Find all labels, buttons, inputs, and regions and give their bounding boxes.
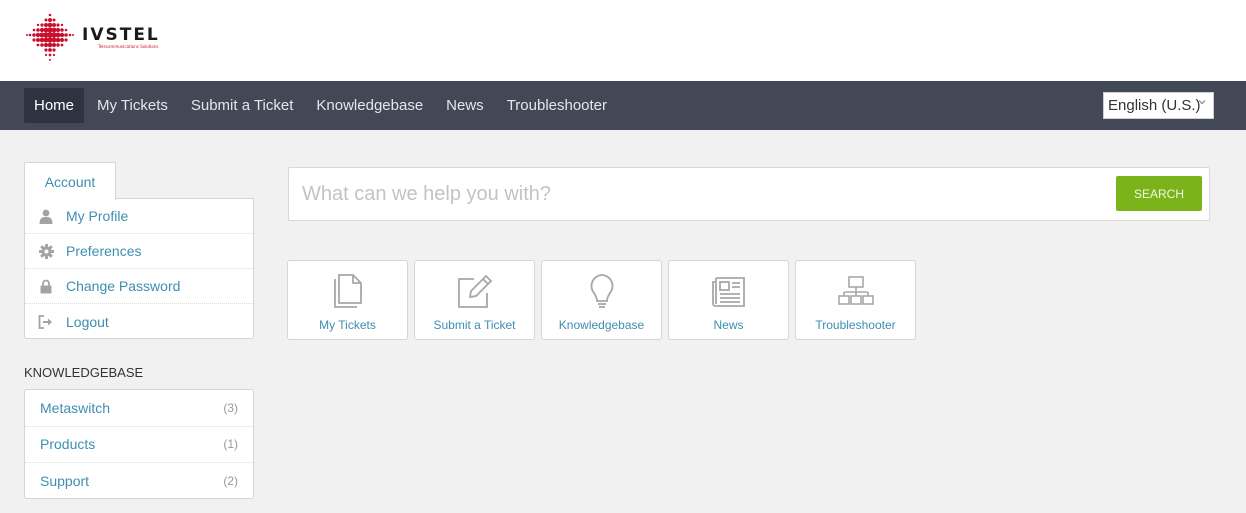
account-item-preferences[interactable]: Preferences (25, 234, 253, 269)
kb-category-count: (2) (223, 474, 238, 489)
search-button[interactable]: SEARCH (1116, 176, 1202, 211)
gear-icon (38, 243, 54, 259)
logo[interactable]: IVSTEL Telecommunications Solutions (24, 11, 169, 65)
card-submit-ticket[interactable]: Submit a Ticket (414, 260, 535, 340)
logout-icon (38, 314, 54, 330)
account-item-label: Preferences (66, 243, 142, 259)
knowledgebase-panel: Metaswitch (3) Products (1) Support (2) (24, 389, 254, 499)
quick-links: My Tickets Submit a Ticket Knowledgebase… (287, 260, 922, 340)
search-input[interactable] (290, 169, 1110, 219)
kb-category-count: (3) (223, 400, 238, 415)
card-label: Knowledgebase (558, 318, 645, 332)
nav-submit-ticket[interactable]: Submit a Ticket (181, 88, 304, 123)
kb-category-name: Metaswitch (40, 399, 111, 416)
account-item-label: Change Password (66, 278, 181, 294)
edit-icon (455, 272, 495, 310)
nav-home[interactable]: Home (24, 88, 85, 123)
language-select[interactable]: English (U.S.) (1103, 92, 1214, 119)
lightbulb-icon (582, 272, 622, 310)
card-knowledgebase[interactable]: Knowledgebase (541, 260, 662, 340)
account-item-label: My Profile (66, 208, 129, 224)
search-box: SEARCH (288, 167, 1210, 221)
account-panel: My Profile Preferences Change Password L… (24, 198, 254, 339)
sitemap-icon (836, 272, 876, 310)
kb-category-count: (1) (223, 437, 238, 452)
logo-tagline: Telecommunications Solutions (98, 44, 159, 49)
kb-category-name: Support (40, 473, 90, 490)
kb-category-item[interactable]: Metaswitch (3) (25, 390, 253, 427)
nav-knowledgebase[interactable]: Knowledgebase (306, 88, 433, 123)
card-label: Submit a Ticket (433, 318, 516, 332)
kb-category-item[interactable]: Support (2) (25, 463, 253, 500)
language-selected: English (U.S.) (1108, 97, 1201, 114)
account-item-my-profile[interactable]: My Profile (25, 199, 253, 234)
account-item-change-password[interactable]: Change Password (25, 269, 253, 304)
account-item-label: Logout (66, 313, 109, 330)
newspaper-icon (709, 272, 749, 310)
card-my-tickets[interactable]: My Tickets (287, 260, 408, 340)
nav-my-tickets[interactable]: My Tickets (87, 88, 178, 123)
card-label: News (713, 318, 744, 332)
documents-icon (328, 272, 368, 310)
account-tab[interactable]: Account (24, 162, 116, 200)
card-label: Troubleshooter (815, 318, 896, 332)
logo-dots-icon (26, 13, 74, 61)
kb-category-name: Products (40, 436, 96, 453)
logo-name: IVSTEL (82, 25, 160, 45)
main-navbar: Home My Tickets Submit a Ticket Knowledg… (0, 81, 1246, 130)
card-troubleshooter[interactable]: Troubleshooter (795, 260, 916, 340)
card-news[interactable]: News (668, 260, 789, 340)
chevron-down-icon (1198, 98, 1206, 109)
knowledgebase-heading: KNOWLEDGEBASE (24, 365, 144, 380)
lock-icon (38, 278, 54, 294)
nav-news[interactable]: News (436, 88, 494, 123)
header: IVSTEL Telecommunications Solutions (0, 0, 1246, 81)
card-label: My Tickets (319, 318, 376, 332)
user-icon (38, 208, 54, 224)
kb-category-item[interactable]: Products (1) (25, 427, 253, 463)
nav-troubleshooter[interactable]: Troubleshooter (497, 88, 617, 123)
account-item-logout[interactable]: Logout (25, 304, 253, 339)
